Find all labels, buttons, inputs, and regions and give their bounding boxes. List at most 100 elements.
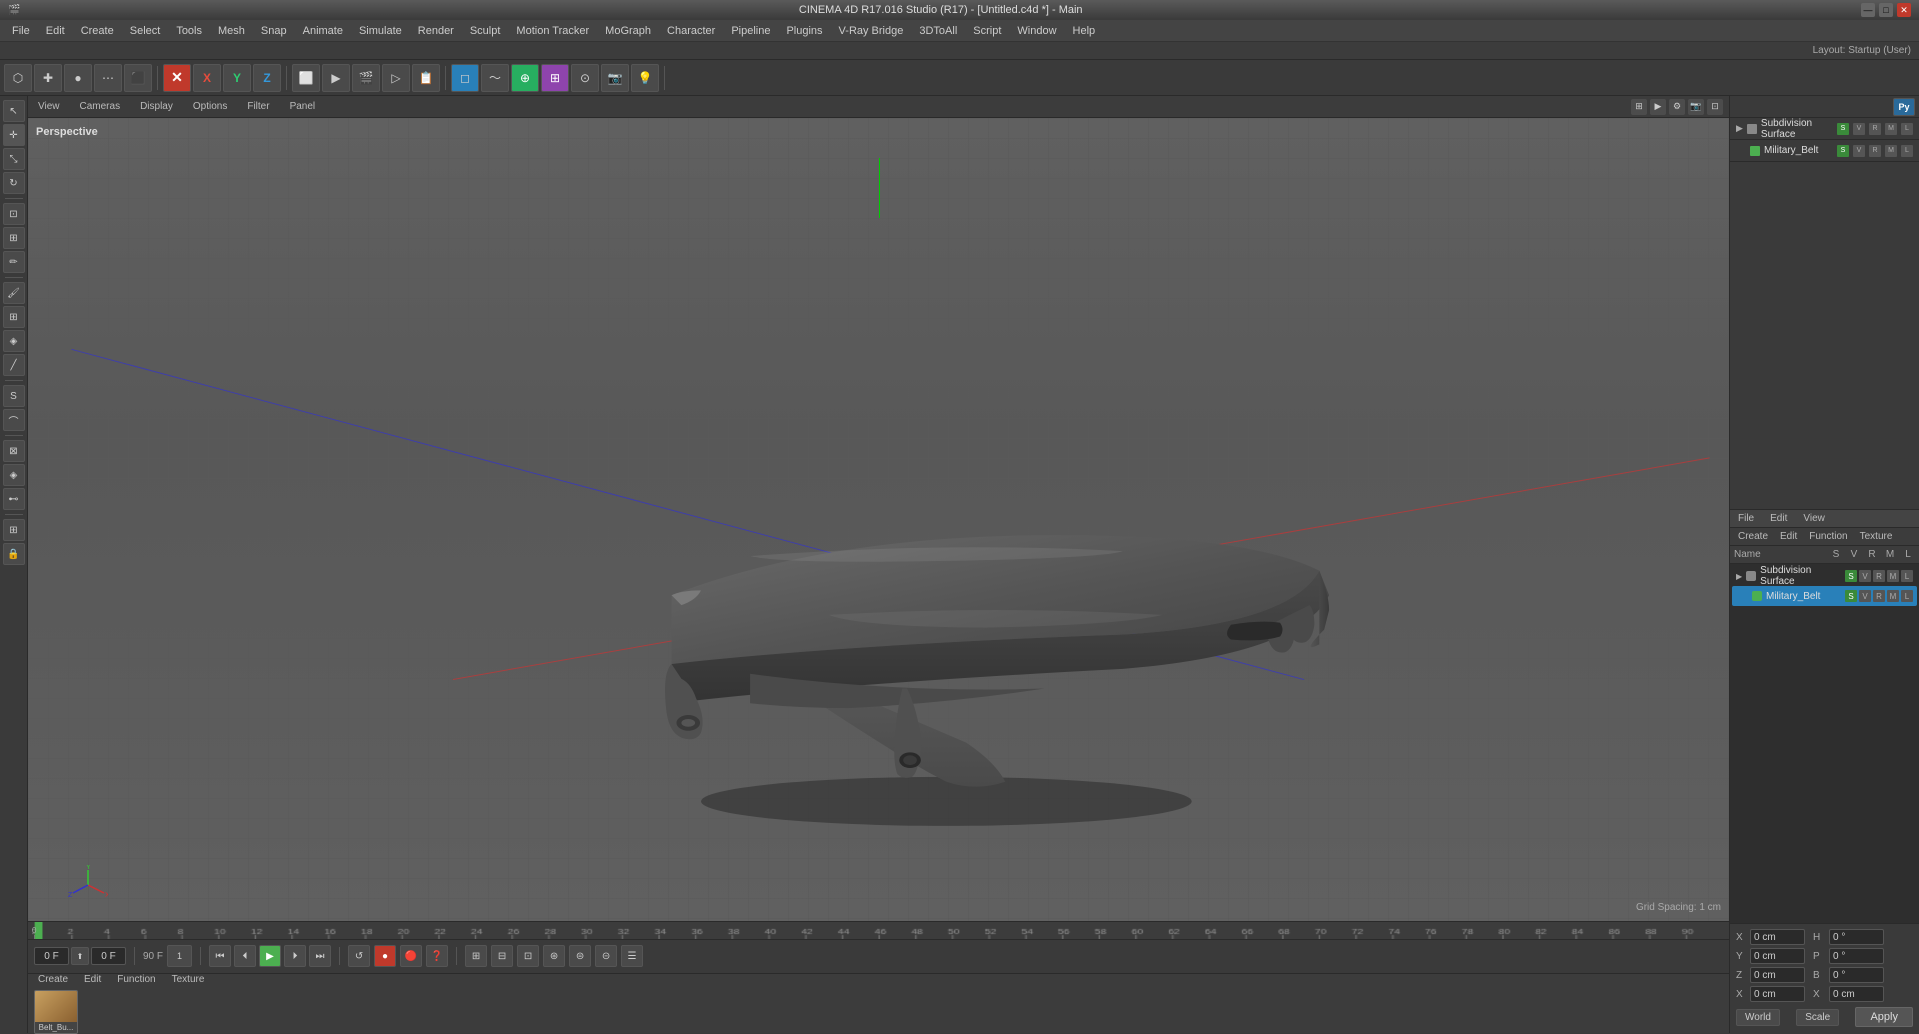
vp-settings-icon[interactable]: ⚙ bbox=[1669, 99, 1685, 115]
brush-tool[interactable]: 🖌 bbox=[3, 282, 25, 304]
grid-tool[interactable]: ⊞ bbox=[3, 519, 25, 541]
obj-view-menu[interactable]: View bbox=[1799, 512, 1829, 525]
object-cube-button[interactable]: ◻ bbox=[451, 64, 479, 92]
model-mode-button[interactable]: ⬡ bbox=[4, 64, 32, 92]
vp-menu-panel[interactable]: Panel bbox=[286, 99, 320, 114]
menu-motion-tracker[interactable]: Motion Tracker bbox=[508, 23, 597, 39]
timeline-mode-6[interactable]: ⊝ bbox=[595, 945, 617, 967]
material-tool[interactable]: ◈ bbox=[3, 464, 25, 486]
auto-key-button[interactable]: 🔴 bbox=[400, 945, 422, 967]
extrude-tool[interactable]: ⊞ bbox=[3, 306, 25, 328]
spline-tool[interactable]: ⌒ bbox=[3, 409, 25, 431]
object-light-button[interactable]: 💡 bbox=[631, 64, 659, 92]
world-mode-button[interactable]: World bbox=[1736, 1009, 1780, 1026]
vp-menu-display[interactable]: Display bbox=[136, 99, 177, 114]
scale-mode-button[interactable]: Scale bbox=[1796, 1009, 1839, 1026]
menu-3dtoall[interactable]: 3DToAll bbox=[911, 23, 965, 39]
play-button[interactable]: ▶ bbox=[259, 945, 281, 967]
obj-edit-menu[interactable]: Edit bbox=[1766, 512, 1791, 525]
mat-function-menu[interactable]: Function bbox=[113, 973, 159, 986]
vp-maximize-icon[interactable]: ⊞ bbox=[1631, 99, 1647, 115]
timeline-mode-7[interactable]: ☰ bbox=[621, 945, 643, 967]
obj-belt-m-icon[interactable]: M bbox=[1887, 590, 1899, 602]
playback-frame-field[interactable] bbox=[91, 947, 126, 965]
z-position-input[interactable] bbox=[1750, 967, 1805, 983]
loop-button[interactable]: ↺ bbox=[348, 945, 370, 967]
belt-icon-2[interactable]: V bbox=[1853, 145, 1865, 157]
p-rotation-input[interactable] bbox=[1829, 948, 1884, 964]
menu-character[interactable]: Character bbox=[659, 23, 723, 39]
camera-tool[interactable]: ⊡ bbox=[3, 203, 25, 225]
y-axis-button[interactable]: Y bbox=[223, 64, 251, 92]
go-to-end-button[interactable]: ⏭ bbox=[309, 945, 331, 967]
rotate-tool[interactable]: ↻ bbox=[3, 172, 25, 194]
move-tool[interactable]: ✛ bbox=[3, 124, 25, 146]
edge-mode-button[interactable]: ⋯ bbox=[94, 64, 122, 92]
mat-texture-menu[interactable]: Texture bbox=[168, 973, 209, 986]
menu-mograph[interactable]: MoGraph bbox=[597, 23, 659, 39]
obj-toolbar-edit[interactable]: Edit bbox=[1776, 530, 1801, 543]
vp-layout-icon[interactable]: ⊡ bbox=[1707, 99, 1723, 115]
step-back-button[interactable]: ⏴ bbox=[234, 945, 256, 967]
menu-file[interactable]: File bbox=[4, 23, 38, 39]
obj-toolbar-function[interactable]: Function bbox=[1805, 530, 1851, 543]
snap-tool[interactable]: 🔒 bbox=[3, 543, 25, 565]
menu-render[interactable]: Render bbox=[410, 23, 462, 39]
point-mode-button[interactable]: ● bbox=[64, 64, 92, 92]
scale-x-right-input[interactable] bbox=[1829, 986, 1884, 1002]
bevel-tool[interactable]: ◈ bbox=[3, 330, 25, 352]
x-axis-button[interactable]: X bbox=[193, 64, 221, 92]
render-region-button[interactable]: ⬜ bbox=[292, 64, 320, 92]
obj-v-icon[interactable]: V bbox=[1859, 570, 1871, 582]
timeline-mode-1[interactable]: ⊞ bbox=[465, 945, 487, 967]
selection-tool[interactable]: ↖ bbox=[3, 100, 25, 122]
z-axis-button[interactable]: Z bbox=[253, 64, 281, 92]
key-button[interactable]: ❓ bbox=[426, 945, 448, 967]
minimize-button[interactable]: — bbox=[1861, 3, 1875, 17]
obj-belt-l-icon[interactable]: L bbox=[1901, 590, 1913, 602]
belt-icon-4[interactable]: M bbox=[1885, 145, 1897, 157]
viewport[interactable]: Perspective Grid Spacing: 1 cm X Y Z bbox=[28, 118, 1729, 921]
menu-window[interactable]: Window bbox=[1009, 23, 1064, 39]
subdiv-icon-4[interactable]: M bbox=[1885, 123, 1897, 135]
menu-snap[interactable]: Snap bbox=[253, 23, 295, 39]
texture-tool[interactable]: ⊠ bbox=[3, 440, 25, 462]
apply-button[interactable]: Apply bbox=[1855, 1007, 1913, 1027]
subdiv-icon-3[interactable]: R bbox=[1869, 123, 1881, 135]
vp-menu-filter[interactable]: Filter bbox=[243, 99, 273, 114]
subdiv-icon-1[interactable]: S bbox=[1837, 123, 1849, 135]
timeline-mode-3[interactable]: ⊡ bbox=[517, 945, 539, 967]
vp-camera-icon[interactable]: 📷 bbox=[1688, 99, 1704, 115]
obj-toolbar-texture[interactable]: Texture bbox=[1856, 530, 1897, 543]
render-preview-button[interactable]: ▷ bbox=[382, 64, 410, 92]
vp-menu-options[interactable]: Options bbox=[189, 99, 231, 114]
menu-edit[interactable]: Edit bbox=[38, 23, 73, 39]
view-tool[interactable]: ⊞ bbox=[3, 227, 25, 249]
b-rotation-input[interactable] bbox=[1829, 967, 1884, 983]
step-forward-button[interactable]: ⏵ bbox=[284, 945, 306, 967]
belt-icon-1[interactable]: S bbox=[1837, 145, 1849, 157]
poly-pen-tool[interactable]: ✏ bbox=[3, 251, 25, 273]
menu-pipeline[interactable]: Pipeline bbox=[723, 23, 778, 39]
menu-script[interactable]: Script bbox=[965, 23, 1009, 39]
subdiv-icon-2[interactable]: V bbox=[1853, 123, 1865, 135]
obj-belt-r-icon[interactable]: R bbox=[1873, 590, 1885, 602]
maximize-button[interactable]: □ bbox=[1879, 3, 1893, 17]
belt-icon-3[interactable]: R bbox=[1869, 145, 1881, 157]
go-to-start-button[interactable]: ⏮ bbox=[209, 945, 231, 967]
object-effector-button[interactable]: ⊙ bbox=[571, 64, 599, 92]
obj-file-menu[interactable]: File bbox=[1734, 512, 1758, 525]
obj-r-icon[interactable]: R bbox=[1873, 570, 1885, 582]
scale-tool[interactable]: ⤡ bbox=[3, 148, 25, 170]
menu-help[interactable]: Help bbox=[1065, 23, 1104, 39]
table-row[interactable]: ▶ Subdivision Surface S V R M L bbox=[1732, 566, 1917, 586]
fps-field[interactable]: 1 bbox=[167, 945, 192, 967]
menu-plugins[interactable]: Plugins bbox=[778, 23, 830, 39]
mat-edit-menu[interactable]: Edit bbox=[80, 973, 105, 986]
object-spline-button[interactable]: 〜 bbox=[481, 64, 509, 92]
no-axis-button[interactable]: ✕ bbox=[163, 64, 191, 92]
timeline-mode-4[interactable]: ⊛ bbox=[543, 945, 565, 967]
y-position-input[interactable] bbox=[1750, 948, 1805, 964]
h-rotation-input[interactable] bbox=[1829, 929, 1884, 945]
object-deformer-button[interactable]: ⊞ bbox=[541, 64, 569, 92]
